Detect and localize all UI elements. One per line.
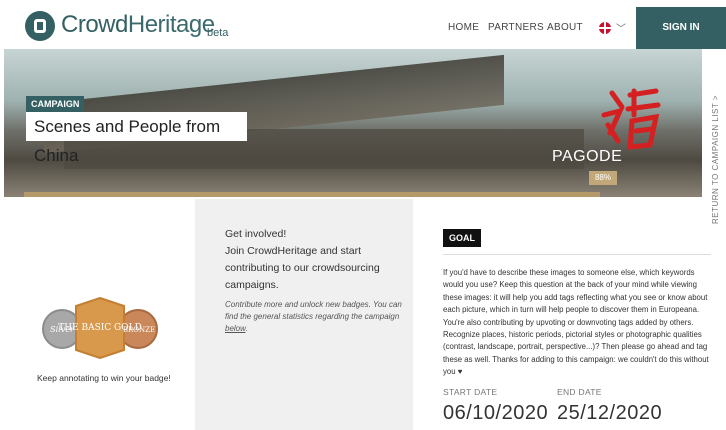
- nav-home[interactable]: HOME: [448, 22, 479, 33]
- campaign-tag: CAMPAIGN: [26, 96, 85, 112]
- campaign-progress-bar: [24, 192, 600, 197]
- campaign-title: Scenes and People from China: [26, 112, 247, 165]
- end-date: 25/12/2020: [557, 402, 663, 424]
- join-text: Join CrowdHeritage and start contributin…: [225, 245, 380, 291]
- nav-about[interactable]: ABOUT: [547, 22, 583, 33]
- badge-info-text: Contribute more and unlock new badges. Y…: [225, 299, 405, 335]
- start-date-label: START DATE: [443, 387, 498, 397]
- badge-caption: Keep annotating to win your badge!: [37, 373, 171, 383]
- get-involved-text: Get involved! Join CrowdHeritage and sta…: [225, 226, 405, 294]
- get-involved-heading: Get involved!: [225, 228, 287, 240]
- campaign-topic: PAGODE: [552, 148, 623, 165]
- return-to-campaign-list-link[interactable]: RETURN TO CAMPAIGN LIST >: [711, 95, 720, 224]
- site-logo[interactable]: CrowdHeritage: [61, 11, 215, 39]
- logo-crowd: Crowd: [61, 11, 128, 38]
- divider: [443, 254, 711, 255]
- chevron-down-icon[interactable]: ﹀: [616, 20, 626, 35]
- sign-in-button[interactable]: SIGN IN: [636, 7, 726, 49]
- badges-icon: Silver THE BASIC GOLD BRONZE: [42, 297, 158, 359]
- end-date-label: END DATE: [557, 387, 602, 397]
- nav-partners[interactable]: PARTNERS: [488, 22, 544, 33]
- beta-label: beta: [207, 27, 229, 39]
- goal-description: If you'd have to describe these images t…: [443, 268, 709, 377]
- badge-info-end: .: [245, 324, 248, 333]
- goal-tag: GOAL: [443, 229, 481, 247]
- site-header: CrowdHeritage beta HOME PARTNERS ABOUT ﹀…: [0, 0, 726, 49]
- logo-icon[interactable]: [25, 11, 55, 41]
- pagode-calligraphy-icon: [601, 88, 661, 150]
- progress-percent-badge: 88%: [589, 171, 617, 185]
- logo-heritage: Heritage: [127, 11, 215, 38]
- uk-flag-icon[interactable]: [599, 22, 611, 34]
- badge-bronze-label: BRONZE: [123, 326, 155, 334]
- statistics-link[interactable]: below: [225, 324, 245, 333]
- badge-info-body: Contribute more and unlock new badges. Y…: [225, 300, 402, 321]
- start-date: 06/10/2020: [443, 402, 549, 424]
